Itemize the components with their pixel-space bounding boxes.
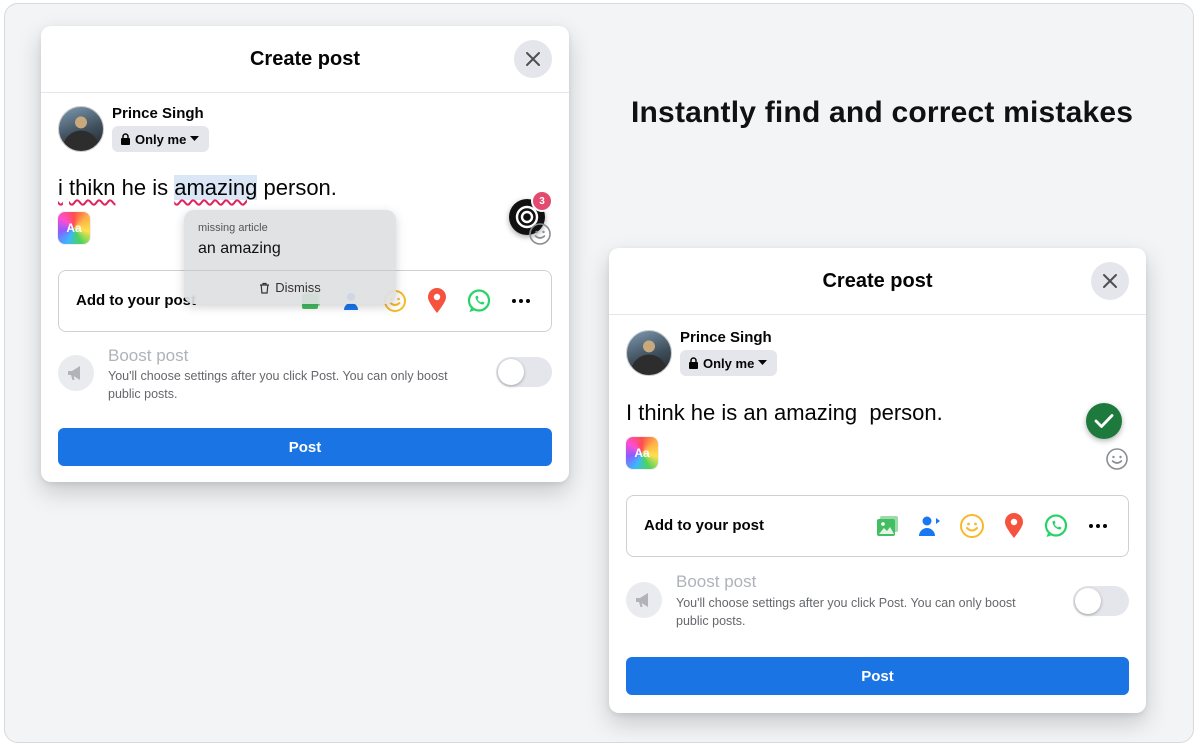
location-pin-icon[interactable] (998, 510, 1030, 542)
suggestion-replacement[interactable]: an amazing (198, 240, 281, 258)
toggle-knob (1075, 588, 1101, 614)
toggle-knob (498, 359, 524, 385)
add-to-post-label: Add to your post (644, 517, 764, 534)
feeling-icon[interactable] (956, 510, 988, 542)
suggestion-type: missing article (198, 222, 268, 234)
boost-post-title: Boost post (676, 572, 757, 591)
misspelled-word[interactable]: i (58, 175, 63, 200)
dismiss-button[interactable]: Dismiss (184, 280, 396, 295)
photo-video-icon[interactable] (872, 510, 904, 542)
close-icon (1103, 274, 1117, 288)
privacy-selector[interactable]: Only me (680, 350, 778, 376)
dialog-header: Create post (609, 248, 1146, 315)
misspelled-word[interactable]: thikn (69, 175, 115, 200)
more-icon[interactable] (1082, 510, 1114, 542)
lock-icon (689, 357, 698, 369)
avatar (626, 330, 672, 376)
boost-post-description: You'll choose settings after you click P… (108, 369, 448, 401)
headline: Instantly find and correct mistakes (631, 96, 1134, 129)
post-text-input[interactable]: i thikn he is amazing person. (58, 175, 337, 201)
privacy-label: Only me (703, 355, 755, 371)
showcase-frame: Instantly find and correct mistakes Crea… (4, 3, 1194, 743)
dialog-title: Create post (822, 270, 933, 292)
user-name: Prince Singh (680, 329, 772, 346)
dismiss-label: Dismiss (275, 280, 321, 295)
divider (184, 270, 396, 271)
caret-down-icon (190, 136, 200, 141)
text-format-button[interactable]: Aa (626, 437, 658, 469)
text-segment: person. (263, 175, 337, 200)
dialog-title: Create post (249, 48, 361, 70)
add-to-post-bar: Add to your post (626, 495, 1129, 557)
boost-toggle[interactable] (496, 357, 552, 387)
privacy-selector[interactable]: Only me (112, 126, 210, 152)
caret-down-icon (758, 360, 768, 365)
avatar (58, 106, 104, 152)
post-text-input[interactable]: I think he is an amazing person. (626, 400, 943, 426)
boost-post-title: Boost post (108, 346, 189, 365)
megaphone-icon (626, 582, 662, 618)
megaphone-icon (58, 355, 94, 391)
check-icon (1094, 414, 1114, 428)
close-button[interactable] (1091, 262, 1129, 300)
location-pin-icon[interactable] (421, 285, 453, 317)
privacy-label: Only me (135, 131, 187, 147)
user-name: Prince Singh (112, 105, 204, 122)
tag-people-icon[interactable] (914, 510, 946, 542)
text-format-button[interactable]: Aa (58, 212, 90, 244)
issue-count-badge: 3 (531, 190, 553, 212)
post-button[interactable]: Post (58, 428, 552, 466)
add-to-post-label: Add to your post (76, 292, 196, 309)
smiley-icon[interactable] (1105, 447, 1129, 471)
create-post-dialog-before: Create post Prince Singh Only me i thikn… (41, 26, 569, 482)
smiley-icon[interactable] (528, 222, 552, 246)
whatsapp-icon[interactable] (1040, 510, 1072, 542)
highlighted-word[interactable]: amazing (174, 175, 258, 200)
dialog-header: Create post (41, 26, 569, 93)
lock-icon (121, 133, 130, 145)
add-to-post-icons (872, 510, 1114, 542)
more-icon[interactable] (505, 285, 537, 317)
close-button[interactable] (514, 40, 552, 78)
create-post-dialog-after: Create post Prince Singh Only me I think… (609, 248, 1146, 713)
text-segment: he is (121, 175, 169, 200)
corrected-status-button[interactable] (1086, 403, 1122, 439)
close-icon (526, 52, 540, 66)
suggestion-popover: missing article an amazing Dismiss (184, 210, 396, 304)
trash-icon (260, 282, 270, 294)
boost-post-description: You'll choose settings after you click P… (676, 596, 1016, 628)
whatsapp-icon[interactable] (463, 285, 495, 317)
post-button[interactable]: Post (626, 657, 1129, 695)
boost-toggle[interactable] (1073, 586, 1129, 616)
